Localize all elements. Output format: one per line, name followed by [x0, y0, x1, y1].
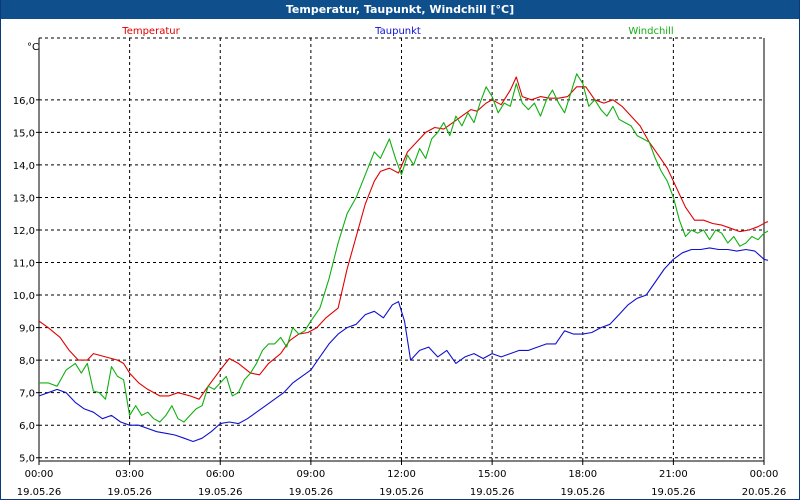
x-tick-time-label: 09:00: [296, 469, 325, 480]
x-tick-date-label: 19.05.26: [17, 487, 62, 498]
x-tick-date-label: 19.05.26: [470, 487, 515, 498]
tick-labels: 5,0 6,0 7,0 8,0 9,0 10,0 11,0 12,0 13,0 14,0 15,0 1…: [13, 42, 787, 498]
line-chart: Temperatur Taupunkt Windchill 5,0 6,0 7,0 8,0…: [13, 26, 787, 498]
y-tick-label: 13,0: [13, 193, 35, 204]
x-tick-date-label: 19.05.26: [289, 487, 334, 498]
x-tick-time-label: 15:00: [478, 469, 507, 480]
y-tick-label: 16,0: [13, 96, 35, 107]
legend: Temperatur Taupunkt Windchill: [121, 26, 673, 37]
series-line-taupunkt: [39, 247, 768, 443]
window-title: Temperatur, Taupunkt, Windchill [°C]: [1, 0, 799, 19]
x-tick-time-label: 06:00: [206, 469, 235, 480]
x-tick-time-label: 00:00: [750, 469, 779, 480]
y-tick-label: 6,0: [19, 421, 35, 432]
y-tick-label: 15,0: [13, 128, 35, 139]
x-tick-time-label: 00:00: [25, 469, 54, 480]
y-tick-label: 7,0: [19, 389, 35, 400]
x-tick-date-label: 19.05.26: [198, 487, 243, 498]
x-tick-time-label: 18:00: [568, 469, 597, 480]
y-tick-label: 10,0: [13, 291, 35, 302]
x-tick-date-label: 19.05.26: [107, 487, 152, 498]
x-tick-time-label: 12:00: [387, 469, 416, 480]
series-line-windchill: [39, 73, 768, 423]
x-tick-time-label: 03:00: [115, 469, 144, 480]
x-tick-date-label: 19.05.26: [651, 487, 696, 498]
chart-window: Temperatur, Taupunkt, Windchill [°C] Tem…: [0, 0, 800, 500]
y-axis-unit-label: °C: [27, 42, 39, 53]
x-tick-date-label: 20.05.26: [742, 487, 787, 498]
y-tick-label: 12,0: [13, 226, 35, 237]
grid-lines: [39, 37, 764, 461]
x-tick-date-label: 19.05.26: [560, 487, 605, 498]
series-line-temperatur: [39, 76, 768, 400]
legend-entry-taupunkt: Taupunkt: [374, 26, 421, 37]
y-tick-label: 14,0: [13, 161, 35, 172]
y-tick-label: 11,0: [13, 259, 35, 270]
y-tick-label: 5,0: [19, 454, 35, 465]
y-tick-label: 8,0: [19, 356, 35, 367]
series-layer: [39, 73, 768, 443]
legend-entry-windchill: Windchill: [628, 26, 673, 37]
axes: [36, 38, 765, 465]
x-tick-time-label: 21:00: [659, 469, 688, 480]
x-tick-date-label: 19.05.26: [379, 487, 424, 498]
y-tick-label: 9,0: [19, 324, 35, 335]
legend-entry-temperatur: Temperatur: [121, 26, 180, 37]
